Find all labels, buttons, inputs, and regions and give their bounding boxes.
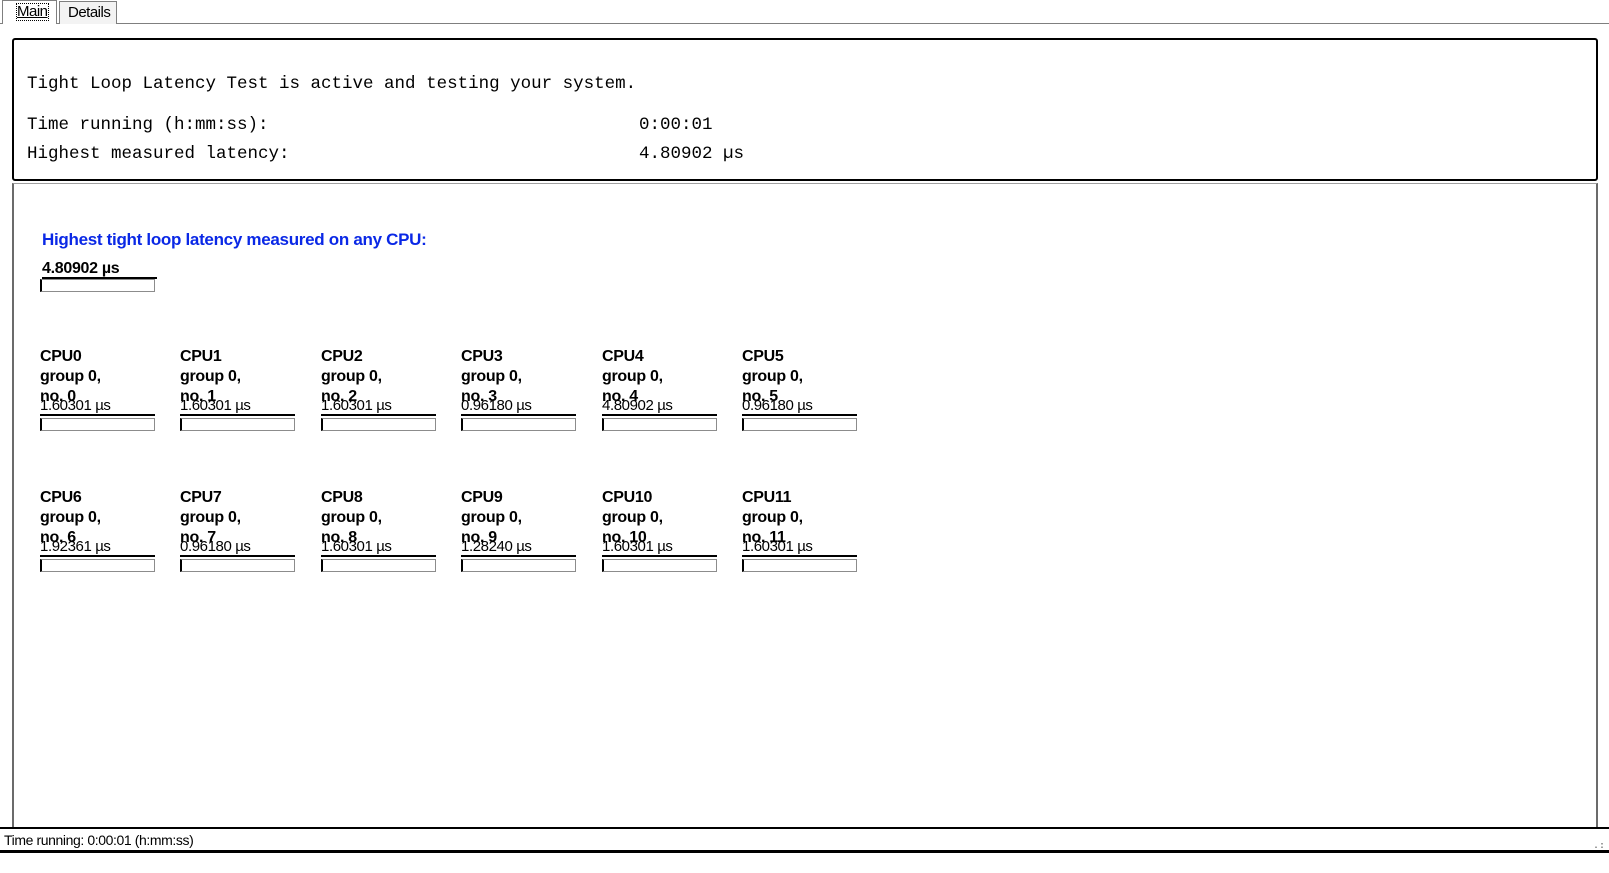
cpu-tile: CPU10 group 0, no. 10 1.60301 µs xyxy=(602,489,732,589)
cpu-latency-bar xyxy=(40,559,155,572)
cpu-tile: CPU11 group 0, no. 11 1.60301 µs xyxy=(742,489,872,589)
cpu-latency-value: 1.92361 µs xyxy=(40,539,155,557)
time-running-value: 0:00:01 xyxy=(639,115,713,135)
cpu-name: CPU9 xyxy=(461,489,503,506)
cpu-tile: CPU3 group 0, no. 3 0.96180 µs xyxy=(461,348,591,448)
cpu-name: CPU4 xyxy=(602,348,644,365)
cpu-latency-bar xyxy=(602,418,717,431)
cpu-latency-bar xyxy=(321,418,436,431)
status-bar-divider xyxy=(0,850,1609,853)
tab-details-label: Details xyxy=(68,4,111,21)
cpu-latency-value: 4.80902 µs xyxy=(602,398,717,416)
cpu-tile: CPU8 group 0, no. 8 1.60301 µs xyxy=(321,489,451,589)
cpu-latency-value: 0.96180 µs xyxy=(742,398,857,416)
cpu-name: CPU0 xyxy=(40,348,82,365)
tab-bar: Main Details xyxy=(0,0,1609,24)
cpu-group: group 0, xyxy=(180,368,241,385)
cpu-tile: CPU9 group 0, no. 9 1.28240 µs xyxy=(461,489,591,589)
cpu-tile: CPU7 group 0, no. 7 0.96180 µs xyxy=(180,489,310,589)
status-message: Tight Loop Latency Test is active and te… xyxy=(27,74,637,94)
overall-value: 4.80902 µs xyxy=(42,260,157,279)
cpu-latency-value: 1.60301 µs xyxy=(40,398,155,416)
cpu-name: CPU10 xyxy=(602,489,653,506)
cpu-name: CPU3 xyxy=(461,348,503,365)
cpu-tile: CPU2 group 0, no. 2 1.60301 µs xyxy=(321,348,451,448)
cpu-group: group 0, xyxy=(180,509,241,526)
cpu-group: group 0, xyxy=(742,368,803,385)
highest-latency-label: Highest measured latency: xyxy=(27,144,290,164)
cpu-latency-value: 1.60301 µs xyxy=(742,539,857,557)
cpu-latency-value: 1.60301 µs xyxy=(321,398,436,416)
cpu-name: CPU7 xyxy=(180,489,222,506)
cpu-name: CPU1 xyxy=(180,348,222,365)
cpu-group: group 0, xyxy=(742,509,803,526)
cpu-latency-value: 0.96180 µs xyxy=(180,539,295,557)
cpu-latency-value: 1.60301 µs xyxy=(180,398,295,416)
cpu-group: group 0, xyxy=(461,509,522,526)
app-window: Main Details Tight Loop Latency Test is … xyxy=(0,0,1609,873)
cpu-latency-bar xyxy=(742,559,857,572)
cpu-name: CPU8 xyxy=(321,489,363,506)
cpu-latency-bar xyxy=(321,559,436,572)
cpu-tile: CPU5 group 0, no. 5 0.96180 µs xyxy=(742,348,872,448)
cpu-latency-bar xyxy=(461,559,576,572)
main-panel: Highest tight loop latency measured on a… xyxy=(12,183,1598,830)
cpu-latency-bar xyxy=(461,418,576,431)
cpu-tile: CPU0 group 0, no. 0 1.60301 µs xyxy=(40,348,170,448)
cpu-group: group 0, xyxy=(321,368,382,385)
cpu-name: CPU2 xyxy=(321,348,363,365)
cpu-group: group 0, xyxy=(40,509,101,526)
cpu-group: group 0, xyxy=(40,368,101,385)
cpu-name: CPU5 xyxy=(742,348,784,365)
cpu-latency-bar xyxy=(40,418,155,431)
cpu-tile: CPU4 group 0, no. 4 4.80902 µs xyxy=(602,348,732,448)
cpu-name: CPU6 xyxy=(40,489,82,506)
cpu-latency-bar xyxy=(602,559,717,572)
overall-latency-bar xyxy=(40,279,155,292)
cpu-latency-bar xyxy=(742,418,857,431)
status-panel: Tight Loop Latency Test is active and te… xyxy=(12,38,1598,181)
cpu-latency-value: 1.60301 µs xyxy=(602,539,717,557)
cpu-latency-bar xyxy=(180,559,295,572)
cpu-latency-value: 0.96180 µs xyxy=(461,398,576,416)
cpu-group: group 0, xyxy=(461,368,522,385)
tab-main-label: Main xyxy=(16,3,49,21)
cpu-group: group 0, xyxy=(602,368,663,385)
overall-heading: Highest tight loop latency measured on a… xyxy=(42,230,427,249)
status-bar: Time running: 0:00:01 (h:mm:ss) .: xyxy=(0,827,1609,873)
cpu-tile: CPU1 group 0, no. 1 1.60301 µs xyxy=(180,348,310,448)
tab-main[interactable]: Main xyxy=(2,0,57,24)
time-running-label: Time running (h:mm:ss): xyxy=(27,115,269,135)
tab-details[interactable]: Details xyxy=(59,1,117,24)
cpu-tile: CPU6 group 0, no. 6 1.92361 µs xyxy=(40,489,170,589)
resize-grip-icon[interactable]: .: xyxy=(1593,841,1605,855)
cpu-group: group 0, xyxy=(321,509,382,526)
cpu-name: CPU11 xyxy=(742,489,792,506)
cpu-group: group 0, xyxy=(602,509,663,526)
cpu-latency-value: 1.28240 µs xyxy=(461,539,576,557)
status-bar-text: Time running: 0:00:01 (h:mm:ss) xyxy=(4,832,194,848)
highest-latency-value: 4.80902 µs xyxy=(639,144,745,164)
cpu-latency-value: 1.60301 µs xyxy=(321,539,436,557)
cpu-latency-bar xyxy=(180,418,295,431)
